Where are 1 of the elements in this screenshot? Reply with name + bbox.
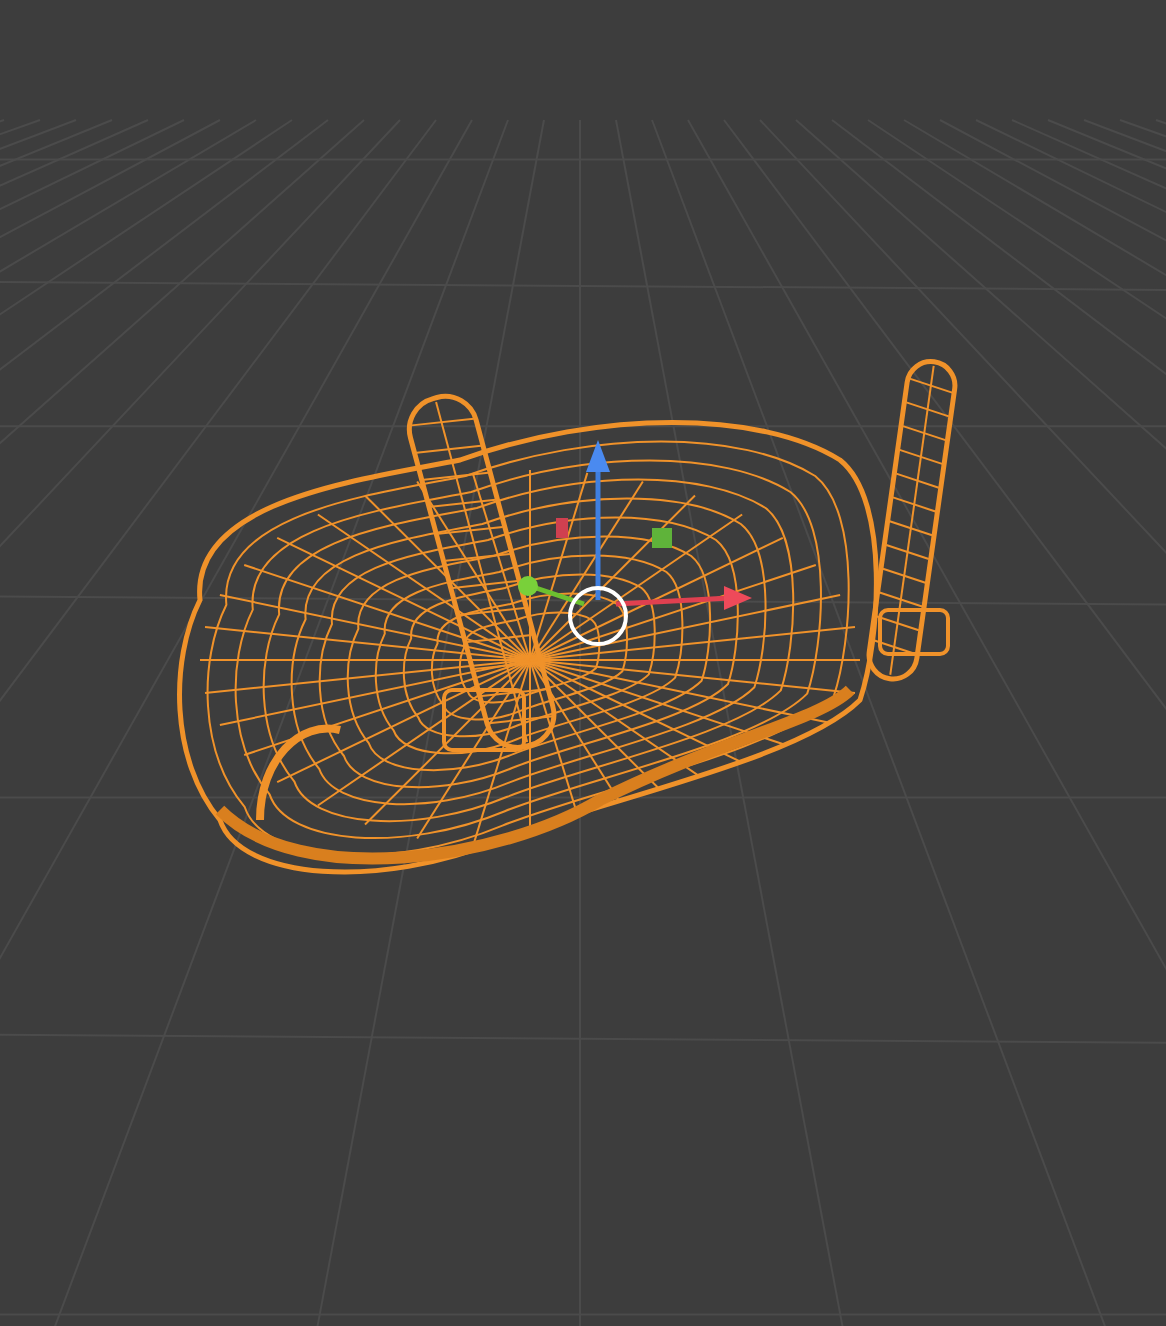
move-gizmo[interactable] <box>518 440 752 646</box>
